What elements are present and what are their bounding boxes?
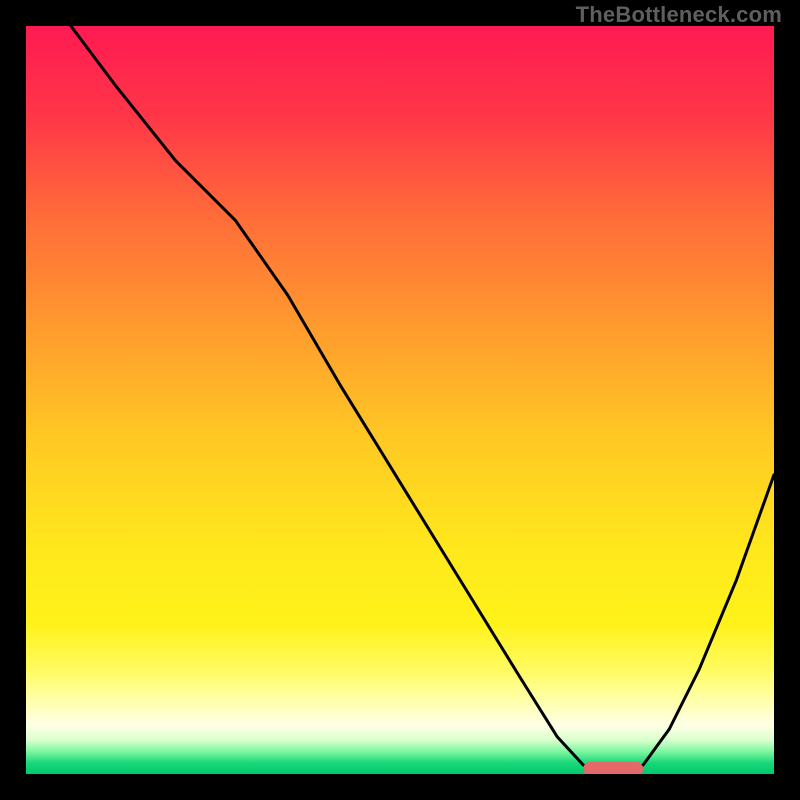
plot-area	[26, 26, 774, 774]
optimal-range-marker	[583, 762, 643, 774]
chart-frame: TheBottleneck.com	[0, 0, 800, 800]
gradient-background	[26, 26, 774, 774]
watermark-text: TheBottleneck.com	[576, 2, 782, 28]
chart-svg	[26, 26, 774, 774]
